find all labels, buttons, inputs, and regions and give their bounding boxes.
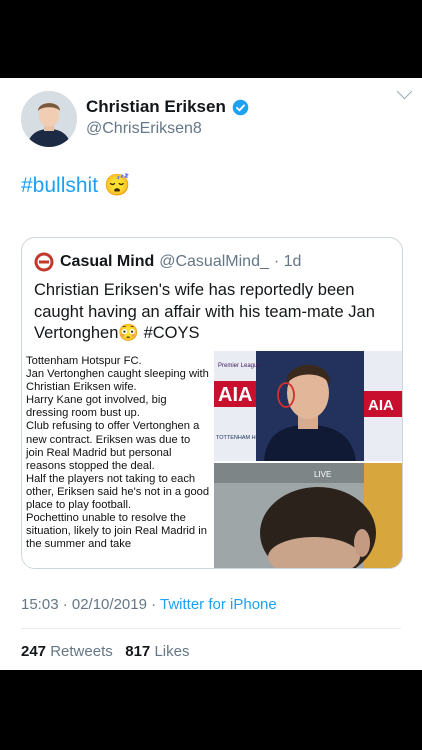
aia-board-right: AIA: [368, 397, 394, 414]
news-line: Club refusing to offer Vertonghen a new …: [26, 420, 200, 472]
news-text-image: Tottenham Hotspur FC. Jan Vertonghen cau…: [22, 351, 212, 568]
news-line: Jan Vertonghen caught sleeping with Chri…: [26, 368, 209, 394]
quoted-tweet-header: Casual Mind @CasualMind_ · 1d: [34, 252, 301, 272]
quoted-author-name[interactable]: Casual Mind: [60, 253, 154, 271]
avatar-photo: [21, 91, 77, 147]
aia-board: AIA: [218, 384, 252, 406]
casual-mind-logo-icon: [34, 252, 54, 272]
engagement-stats: 247 Retweets 817 Likes: [21, 643, 189, 660]
quoted-media[interactable]: Tottenham Hotspur FC. Jan Vertonghen cau…: [22, 351, 402, 568]
news-line: Tottenham Hotspur FC.: [26, 355, 142, 367]
likes-label: Likes: [154, 643, 190, 660]
flushed-face-emoji: 😳: [118, 324, 139, 342]
author-name[interactable]: Christian Eriksen: [86, 97, 226, 117]
chevron-down-icon[interactable]: [396, 83, 413, 100]
coys-hashtag[interactable]: #COYS: [144, 324, 200, 342]
news-line: Pochettino unable to resolve the situati…: [26, 512, 207, 551]
source-link[interactable]: Twitter for iPhone: [160, 596, 277, 613]
timestamp[interactable]: 15:03 · 02/10/2019 ·: [21, 596, 160, 613]
divider: [21, 628, 401, 629]
hashtag-link[interactable]: #bullshit: [21, 174, 98, 198]
retweets-count: 247: [21, 643, 47, 660]
tweet-meta: 15:03 · 02/10/2019 · Twitter for iPhone: [21, 596, 277, 613]
premier-league-board: Premier League: [218, 363, 261, 369]
player-photo: AIA AIA Premier League TOTTENHAM HOTSPUR: [214, 351, 402, 461]
news-line: Harry Kane got involved, big dressing ro…: [26, 394, 167, 420]
sleeping-face-emoji: 😴: [104, 174, 131, 197]
likes-count: 817: [125, 643, 151, 660]
quoted-tweet[interactable]: Casual Mind @CasualMind_ · 1d Christian …: [21, 237, 403, 569]
retweets-stat[interactable]: 247 Retweets: [21, 643, 113, 660]
live-label: LIVE: [314, 470, 331, 479]
news-line: Half the players not taking to each othe…: [26, 472, 210, 512]
tweet-card: Christian Eriksen @ChrisEriksen8 #bullsh…: [0, 78, 422, 670]
avatar[interactable]: [21, 91, 77, 147]
author-handle[interactable]: @ChrisEriksen8: [86, 120, 202, 138]
quoted-author-handle[interactable]: @CasualMind_: [159, 253, 269, 271]
retweets-label: Retweets: [50, 643, 113, 660]
tweet-text: #bullshit 😴: [21, 174, 130, 198]
quoted-text-main: Christian Eriksen's wife has reportedly …: [34, 281, 375, 342]
likes-stat[interactable]: 817 Likes: [125, 643, 189, 660]
tottenham-board: TOTTENHAM HOTSPUR: [216, 435, 279, 441]
quoted-tweet-age: · 1d: [273, 253, 302, 270]
author-name-row: Christian Eriksen: [86, 97, 249, 117]
live-footage-photo: LIVE: [214, 463, 402, 568]
verified-badge-icon: [232, 99, 249, 115]
quoted-tweet-text: Christian Eriksen's wife has reportedly …: [34, 280, 394, 345]
